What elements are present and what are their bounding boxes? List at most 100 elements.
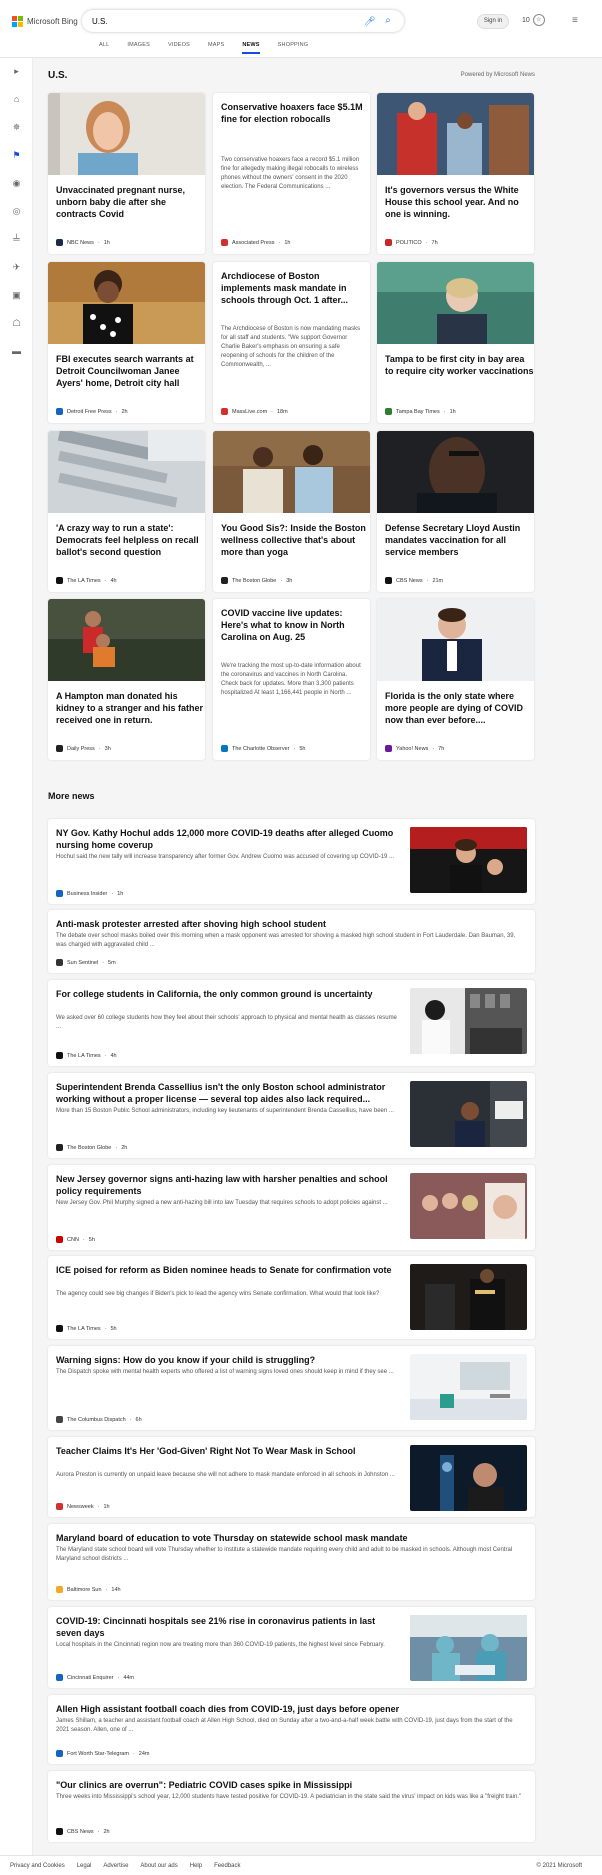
- news-card-title[interactable]: Tampa to be first city in bay area to re…: [385, 353, 534, 377]
- more-news-item[interactable]: Anti-mask protester arrested after shovi…: [48, 910, 535, 973]
- news-card-title[interactable]: It's governors versus the White House th…: [385, 184, 534, 220]
- news-card[interactable]: 'A crazy way to run a state': Democrats …: [48, 431, 205, 592]
- more-news-item[interactable]: Warning signs: How do you know if your c…: [48, 1346, 535, 1430]
- footer-link[interactable]: Legal: [77, 1863, 92, 1869]
- tab-videos[interactable]: VIDEOS: [159, 40, 199, 54]
- more-news-thumbnail[interactable]: [410, 827, 527, 893]
- news-card[interactable]: Florida is the only state where more peo…: [377, 599, 534, 760]
- more-news-item[interactable]: Teacher Claims It's Her 'God-Given' Righ…: [48, 1437, 535, 1517]
- entertainment-icon[interactable]: ▣: [0, 290, 33, 301]
- search-icon[interactable]: ⌕: [382, 15, 394, 27]
- news-card[interactable]: It's governors versus the White House th…: [377, 93, 534, 254]
- news-card[interactable]: A Hampton man donated his kidney to a st…: [48, 599, 205, 760]
- news-card[interactable]: Tampa to be first city in bay area to re…: [377, 262, 534, 423]
- news-card[interactable]: Conservative hoaxers face $5.1M fine for…: [213, 93, 370, 254]
- search-box[interactable]: 🎤︎ ⌕: [82, 10, 404, 32]
- more-news-source[interactable]: The LA Times · 5h: [56, 1325, 117, 1332]
- news-card[interactable]: Defense Secretary Lloyd Austin mandates …: [377, 431, 534, 592]
- search-input[interactable]: [92, 16, 364, 26]
- news-card[interactable]: FBI executes search warrants at Detroit …: [48, 262, 205, 423]
- news-card-source[interactable]: The LA Times · 4h: [56, 577, 117, 584]
- home-icon[interactable]: ⌂: [0, 94, 33, 104]
- news-card-source[interactable]: POLITICO · 7h: [385, 239, 438, 246]
- more-news-thumbnail[interactable]: [410, 1615, 527, 1681]
- news-card-title[interactable]: A Hampton man donated his kidney to a st…: [56, 690, 205, 726]
- more-news-source[interactable]: Baltimore Sun · 14h: [56, 1586, 121, 1593]
- rewards-button[interactable]: 10 ☆: [522, 14, 545, 26]
- tab-news[interactable]: NEWS: [233, 40, 268, 54]
- news-card-source[interactable]: Daily Press · 3h: [56, 745, 111, 752]
- more-news-title-link[interactable]: Allen High assistant football coach dies…: [56, 1703, 527, 1715]
- more-news-title-link[interactable]: For college students in California, the …: [56, 988, 400, 1000]
- news-card-image[interactable]: [377, 599, 534, 681]
- news-card-source[interactable]: NBC News · 1h: [56, 239, 110, 246]
- politics-icon[interactable]: ☖: [0, 318, 33, 329]
- more-news-title-link[interactable]: New Jersey governor signs anti-hazing la…: [56, 1173, 400, 1197]
- more-news-source[interactable]: CNN · 5h: [56, 1236, 95, 1243]
- news-card[interactable]: Archdiocese of Boston implements mask ma…: [213, 262, 370, 423]
- news-card[interactable]: Unvaccinated pregnant nurse, unborn baby…: [48, 93, 205, 254]
- more-news-thumbnail[interactable]: [410, 1081, 527, 1147]
- more-news-source[interactable]: CBS News · 2h: [56, 1828, 110, 1835]
- more-news-title-link[interactable]: "Our clinics are overrun": Pediatric COV…: [56, 1779, 527, 1791]
- more-news-source[interactable]: Fort Worth Star-Telegram · 24m: [56, 1750, 150, 1757]
- more-news-title-link[interactable]: Superintendent Brenda Cassellius isn't t…: [56, 1081, 400, 1105]
- news-card-title[interactable]: COVID vaccine live updates: Here's what …: [221, 607, 370, 643]
- more-news-item[interactable]: Superintendent Brenda Cassellius isn't t…: [48, 1073, 535, 1158]
- more-news-item[interactable]: Allen High assistant football coach dies…: [48, 1695, 535, 1764]
- tab-maps[interactable]: MAPS: [199, 40, 233, 54]
- science-icon[interactable]: ✈: [0, 262, 33, 273]
- more-news-thumbnail[interactable]: [410, 1354, 527, 1420]
- more-news-title-link[interactable]: Teacher Claims It's Her 'God-Given' Righ…: [56, 1445, 400, 1457]
- tab-shopping[interactable]: SHOPPING: [269, 40, 318, 54]
- news-card-image[interactable]: [377, 93, 534, 175]
- more-news-source[interactable]: Business Insider · 1h: [56, 890, 123, 897]
- tab-all[interactable]: ALL: [90, 40, 118, 54]
- news-card[interactable]: COVID vaccine live updates: Here's what …: [213, 599, 370, 760]
- more-news-source[interactable]: Cincinnati Enquirer · 44m: [56, 1674, 134, 1681]
- footer-link[interactable]: About our ads: [140, 1863, 177, 1869]
- more-news-title-link[interactable]: NY Gov. Kathy Hochul adds 12,000 more CO…: [56, 827, 400, 851]
- more-news-item[interactable]: Maryland board of education to vote Thur…: [48, 1524, 535, 1600]
- business-icon[interactable]: ╧: [0, 234, 33, 244]
- microphone-icon[interactable]: 🎤︎: [364, 16, 375, 26]
- news-card-source[interactable]: Detroit Free Press · 2h: [56, 408, 128, 415]
- news-card-title[interactable]: FBI executes search warrants at Detroit …: [56, 353, 205, 389]
- bing-logo[interactable]: Microsoft Bing: [12, 14, 78, 28]
- more-news-source[interactable]: The LA Times · 4h: [56, 1052, 117, 1059]
- sign-in-button[interactable]: Sign in: [477, 14, 509, 29]
- more-news-source[interactable]: Newsweek · 1h: [56, 1503, 110, 1510]
- news-card-source[interactable]: Tampa Bay Times · 1h: [385, 408, 456, 415]
- more-news-item[interactable]: New Jersey governor signs anti-hazing la…: [48, 1165, 535, 1250]
- news-card-source[interactable]: Yahoo! News · 7h: [385, 745, 444, 752]
- footer-link[interactable]: Privacy and Cookies: [10, 1863, 65, 1869]
- news-card-image[interactable]: [213, 431, 370, 513]
- discover-icon[interactable]: ✵: [0, 122, 33, 133]
- more-news-source[interactable]: Sun Sentinel · 5m: [56, 959, 116, 966]
- hamburger-menu-icon[interactable]: ≡: [572, 15, 578, 26]
- news-card-image[interactable]: [48, 599, 205, 681]
- news-card-image[interactable]: [377, 431, 534, 513]
- news-card[interactable]: You Good Sis?: Inside the Boston wellnes…: [213, 431, 370, 592]
- more-news-source[interactable]: The Columbus Dispatch · 6h: [56, 1416, 142, 1423]
- footer-link[interactable]: Help: [190, 1863, 202, 1869]
- news-card-source[interactable]: Associated Press · 1h: [221, 239, 290, 246]
- globe-icon[interactable]: ◎: [0, 206, 33, 217]
- news-card-title[interactable]: Archdiocese of Boston implements mask ma…: [221, 270, 370, 306]
- more-news-thumbnail[interactable]: [410, 1173, 527, 1239]
- news-card-title[interactable]: 'A crazy way to run a state': Democrats …: [56, 522, 205, 558]
- more-news-source[interactable]: The Boston Globe · 2h: [56, 1144, 127, 1151]
- more-news-thumbnail[interactable]: [410, 1445, 527, 1511]
- news-card-image[interactable]: [48, 93, 205, 175]
- more-news-item[interactable]: For college students in California, the …: [48, 980, 535, 1066]
- news-card-title[interactable]: You Good Sis?: Inside the Boston wellnes…: [221, 522, 370, 558]
- footer-link[interactable]: Advertise: [103, 1863, 128, 1869]
- money-icon[interactable]: ▬: [0, 346, 33, 356]
- more-news-item[interactable]: COVID-19: Cincinnati hospitals see 21% r…: [48, 1607, 535, 1688]
- more-news-title-link[interactable]: ICE poised for reform as Biden nominee h…: [56, 1264, 400, 1276]
- news-card-image[interactable]: [48, 431, 205, 513]
- more-news-thumbnail[interactable]: [410, 988, 527, 1054]
- more-news-item[interactable]: "Our clinics are overrun": Pediatric COV…: [48, 1771, 535, 1842]
- tab-images[interactable]: IMAGES: [118, 40, 159, 54]
- news-card-image[interactable]: [377, 262, 534, 344]
